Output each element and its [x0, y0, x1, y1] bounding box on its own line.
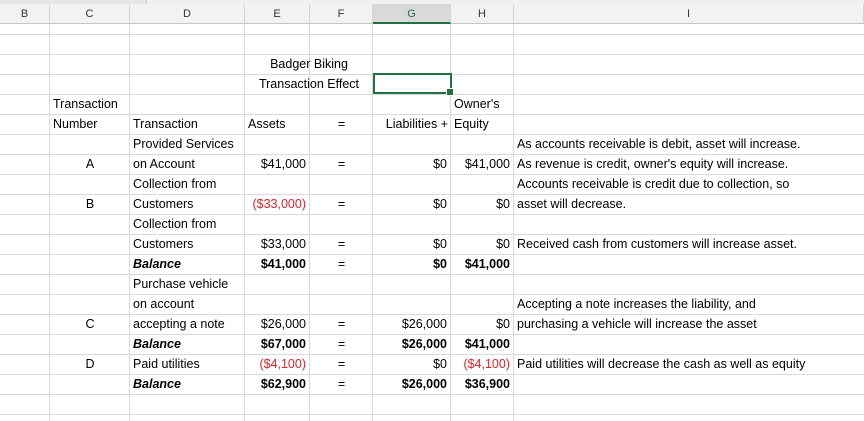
header-assets: Assets	[248, 117, 286, 131]
transaction-d-desc: Paid utilities	[133, 357, 200, 371]
header-liabilities: Liabilities +	[385, 117, 448, 131]
header-owners: Owner's	[454, 97, 500, 111]
header-transaction: Transaction	[133, 117, 198, 131]
transaction-b-liabilities: $0	[433, 197, 447, 211]
transaction-a-id: A	[85, 157, 95, 171]
balance-2-assets: $67,000	[260, 337, 306, 351]
transaction-b-desc-line1: Collection from	[133, 177, 217, 191]
column-header-c[interactable]: C	[50, 4, 130, 24]
balance-2-liabilities: $26,000	[401, 337, 447, 351]
balance-3-equity: $36,900	[464, 377, 510, 391]
transaction-b2-equals: =	[337, 237, 346, 251]
transaction-c-desc-line3: accepting a note	[133, 317, 225, 331]
transaction-a-note-line1: As accounts receivable is debit, asset w…	[517, 137, 801, 151]
transaction-a-equals: =	[337, 157, 346, 171]
transaction-b-assets: ($33,000)	[252, 197, 306, 211]
transaction-d-equals: =	[337, 357, 346, 371]
balance-3-label: Balance	[133, 377, 181, 391]
transaction-c-liabilities: $26,000	[401, 317, 447, 331]
balance-3-liabilities: $26,000	[401, 377, 447, 391]
selected-cell[interactable]	[373, 73, 454, 96]
balance-1-label: Balance	[133, 257, 181, 271]
header-number: Number	[53, 117, 98, 131]
transaction-a-desc-line2: on Account	[133, 157, 195, 171]
balance-1-equals: =	[337, 257, 346, 271]
transaction-d-note: Paid utilities will decrease the cash as…	[517, 357, 806, 371]
balance-2-label: Balance	[133, 337, 181, 351]
balance-2-equals: =	[337, 337, 346, 351]
transaction-b-id: B	[85, 197, 95, 211]
transaction-d-equity: ($4,100)	[463, 357, 510, 371]
transaction-b2-equity: $0	[496, 237, 510, 251]
transaction-a-note-line2: As revenue is credit, owner's equity wil…	[517, 157, 789, 171]
transaction-c-desc-line1: Purchase vehicle	[133, 277, 229, 291]
transaction-c-assets: $26,000	[260, 317, 306, 331]
balance-1-liabilities: $0	[433, 257, 447, 271]
column-header-i[interactable]: I	[514, 4, 864, 24]
transaction-a-equity: $41,000	[464, 157, 510, 171]
transaction-b-desc-line2: Customers	[133, 197, 194, 211]
transaction-c-equals: =	[337, 317, 346, 331]
column-header-e[interactable]: E	[245, 4, 310, 24]
transaction-d-liabilities: $0	[433, 357, 447, 371]
balance-3-equals: =	[337, 377, 346, 391]
transaction-a-desc-line1: Provided Services	[133, 137, 234, 151]
transaction-a-liabilities: $0	[433, 157, 447, 171]
transaction-c-desc-line2: on account	[133, 297, 195, 311]
column-header-b[interactable]: B	[0, 4, 50, 24]
transaction-b-note-line1: Accounts receivable is credit due to col…	[517, 177, 790, 191]
transaction-b-note-line2: asset will decrease.	[517, 197, 627, 211]
column-header-f[interactable]: F	[310, 4, 373, 24]
column-header-h[interactable]: H	[451, 4, 514, 24]
transaction-c-id: C	[85, 317, 95, 331]
balance-2-equity: $41,000	[464, 337, 510, 351]
transaction-c-note-line1: Accepting a note increases the liability…	[517, 297, 756, 311]
balance-3-assets: $62,900	[260, 377, 306, 391]
balance-1-equity: $41,000	[464, 257, 510, 271]
company-title: Badger Biking	[270, 57, 348, 71]
transaction-a-assets: $41,000	[260, 157, 306, 171]
transaction-d-id: D	[85, 357, 95, 371]
transaction-c-note-line2: purchasing a vehicle will increase the a…	[517, 317, 757, 331]
header-equity: Equity	[454, 117, 489, 131]
transaction-b2-desc-line1: Collection from	[133, 217, 217, 231]
transaction-c-equity: $0	[496, 317, 510, 331]
header-transaction-number-line1: Transaction	[53, 97, 118, 111]
transaction-b2-desc-line2: Customers	[133, 237, 194, 251]
transaction-d-assets: ($4,100)	[259, 357, 306, 371]
transaction-b2-liabilities: $0	[433, 237, 447, 251]
balance-1-assets: $41,000	[260, 257, 306, 271]
transaction-b-equals: =	[337, 197, 346, 211]
transaction-b2-assets: $33,000	[260, 237, 306, 251]
header-equals: =	[337, 117, 346, 131]
transaction-effect-title: Transaction Effect	[258, 77, 360, 91]
transaction-b2-note: Received cash from customers will increa…	[517, 237, 797, 251]
column-header-d[interactable]: D	[130, 4, 245, 24]
transaction-b-equity: $0	[496, 197, 510, 211]
column-header-g[interactable]: G	[373, 4, 451, 24]
